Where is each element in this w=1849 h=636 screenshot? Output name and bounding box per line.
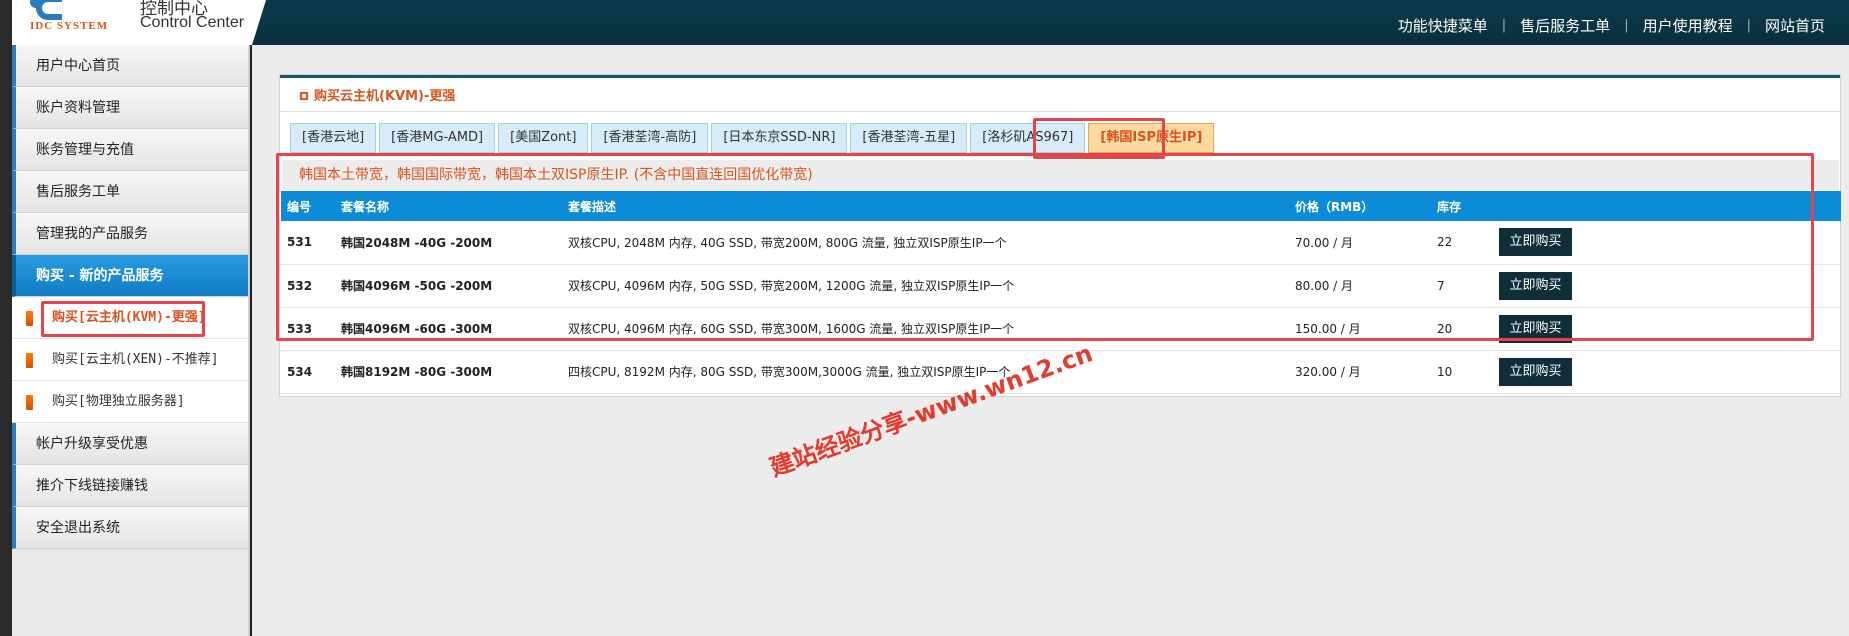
cell-stock: 10 — [1431, 350, 1493, 394]
sidebar-item-home[interactable]: 用户中心首页 — [12, 45, 248, 87]
sidebar-item-profile[interactable]: 账户资料管理 — [12, 87, 248, 129]
app-title-en: Control Center — [140, 14, 245, 31]
header-angle — [252, 0, 266, 45]
cell-id: 532 — [281, 264, 335, 308]
sidebar-subitem-xen[interactable]: 购买[云主机(XEN)-不推荐] — [12, 339, 248, 381]
sidebar-subitem-label: 购买[物理独立服务器] — [52, 394, 185, 409]
tab-us-zont[interactable]: [美国Zont] — [498, 123, 589, 153]
cell-stock: 7 — [1431, 264, 1493, 308]
cell-price: 80.00 / 月 — [1289, 264, 1431, 308]
panel-title-text: 购买云主机(KVM)-更强 — [314, 89, 456, 104]
cell-price: 320.00 / 月 — [1289, 350, 1431, 394]
top-nav: 功能快捷菜单 | 售后服务工单 | 用户使用教程 | 网站首页 — [1384, 15, 1839, 36]
cell-name: 韩国2048M -40G -200M — [335, 221, 562, 265]
sidebar-subitem-label: 购买[云主机(XEN)-不推荐] — [52, 352, 219, 367]
cell-name: 韩国4096M -50G -200M — [335, 264, 562, 308]
cell-action: 立即购买 — [1493, 221, 1841, 265]
logo-icon — [30, 0, 62, 20]
tab-la-as967[interactable]: [洛杉矶AS967] — [970, 123, 1086, 153]
col-id: 编号 — [287, 199, 312, 214]
tab-hk-tsuen-wan-ddos[interactable]: [香港荃湾-高防] — [591, 123, 709, 153]
col-name: 套餐名称 — [341, 199, 390, 214]
sidebar-item-upgrade[interactable]: 帐户升级享受优惠 — [12, 423, 248, 465]
table-row: 532 韩国4096M -50G -200M 双核CPU, 4096M 内存, … — [281, 264, 1841, 308]
cell-action: 立即购买 — [1493, 350, 1841, 394]
highlight-box — [41, 301, 205, 337]
region-notice: 韩国本土带宽，韩国国际带宽，韩国本土双ISP原生IP. (不含中国直连回国优化带… — [282, 160, 1839, 190]
cell-desc: 双核CPU, 4096M 内存, 60G SSD, 带宽300M, 1600G … — [562, 307, 1289, 351]
cell-id: 533 — [281, 307, 335, 351]
cell-id: 531 — [281, 221, 335, 265]
cell-stock: 22 — [1431, 221, 1493, 265]
sidebar-item-tickets[interactable]: 售后服务工单 — [12, 171, 248, 213]
table-header-row: 编号 套餐名称 套餐描述 价格（RMB） 库存 — [281, 191, 1841, 221]
logo-area: IDC SYSTEM 控制中心 Control Center — [12, 0, 252, 45]
cell-price: 70.00 / 月 — [1289, 221, 1431, 265]
tab-korea-isp[interactable]: [韩国ISP原生IP] — [1088, 123, 1215, 153]
orange-bar-icon — [26, 395, 33, 410]
cell-action: 立即购买 — [1493, 307, 1841, 351]
col-desc: 套餐描述 — [568, 199, 617, 214]
buy-now-button[interactable]: 立即购买 — [1499, 314, 1572, 343]
region-tabs: [香港云地] [香港MG-AMD] [美国Zont] [香港荃湾-高防] [日本… — [290, 123, 1217, 153]
cell-desc: 双核CPU, 4096M 内存, 50G SSD, 带宽200M, 1200G … — [562, 264, 1289, 308]
nav-quick-menu[interactable]: 功能快捷菜单 — [1384, 15, 1502, 36]
cell-stock: 20 — [1431, 307, 1493, 351]
table-row: 531 韩国2048M -40G -200M 双核CPU, 2048M 内存, … — [281, 221, 1841, 265]
logo-text: IDC SYSTEM — [30, 20, 109, 32]
sidebar: 用户中心首页 账户资料管理 账务管理与充值 售后服务工单 管理我的产品服务 购买… — [12, 45, 250, 636]
cell-price: 150.00 / 月 — [1289, 307, 1431, 351]
sidebar-item-buy[interactable]: 购买 - 新的产品服务 — [12, 255, 248, 297]
buy-now-button[interactable]: 立即购买 — [1499, 271, 1572, 300]
nav-service-ticket[interactable]: 售后服务工单 — [1506, 15, 1624, 36]
orange-bar-icon — [26, 311, 33, 326]
nav-home[interactable]: 网站首页 — [1751, 15, 1839, 36]
cell-name: 韩国8192M -80G -300M — [335, 350, 562, 394]
col-action — [1493, 191, 1841, 221]
tab-hk-cloud[interactable]: [香港云地] — [290, 123, 377, 153]
col-stock: 库存 — [1437, 199, 1462, 214]
buy-now-button[interactable]: 立即购买 — [1499, 357, 1572, 386]
tab-hk-tsuen-wan-5star[interactable]: [香港荃湾-五星] — [850, 123, 968, 153]
tab-hk-mg-amd[interactable]: [香港MG-AMD] — [379, 123, 496, 153]
nav-tutorial[interactable]: 用户使用教程 — [1629, 15, 1747, 36]
top-header: IDC SYSTEM 控制中心 Control Center 功能快捷菜单 | … — [12, 0, 1849, 45]
tab-jp-tokyo[interactable]: [日本东京SSD-NR] — [711, 123, 848, 153]
col-price: 价格（RMB） — [1295, 199, 1374, 214]
window-edge — [0, 0, 12, 636]
panel-title: 购买云主机(KVM)-更强 — [280, 75, 1840, 112]
cell-desc: 四核CPU, 8192M 内存, 80G SSD, 带宽300M,3000G 流… — [562, 350, 1289, 394]
sidebar-item-referral[interactable]: 推介下线链接赚钱 — [12, 465, 248, 507]
sidebar-subitem-kvm[interactable]: 购买[云主机(KVM)-更强] — [12, 297, 248, 339]
cell-action: 立即购买 — [1493, 264, 1841, 308]
sidebar-item-billing[interactable]: 账务管理与充值 — [12, 129, 248, 171]
sidebar-item-logout[interactable]: 安全退出系统 — [12, 507, 248, 549]
cell-id: 534 — [281, 350, 335, 394]
buy-now-button[interactable]: 立即购买 — [1499, 228, 1572, 257]
square-icon — [300, 92, 308, 100]
sidebar-item-my-products[interactable]: 管理我的产品服务 — [12, 213, 248, 255]
cell-name: 韩国4096M -60G -300M — [335, 307, 562, 351]
cell-desc: 双核CPU, 2048M 内存, 40G SSD, 带宽200M, 800G 流… — [562, 221, 1289, 265]
main-content: 购买云主机(KVM)-更强 [香港云地] [香港MG-AMD] [美国Zont]… — [252, 45, 1849, 636]
orange-bar-icon — [26, 353, 33, 368]
sidebar-subitem-dedicated[interactable]: 购买[物理独立服务器] — [12, 381, 248, 423]
